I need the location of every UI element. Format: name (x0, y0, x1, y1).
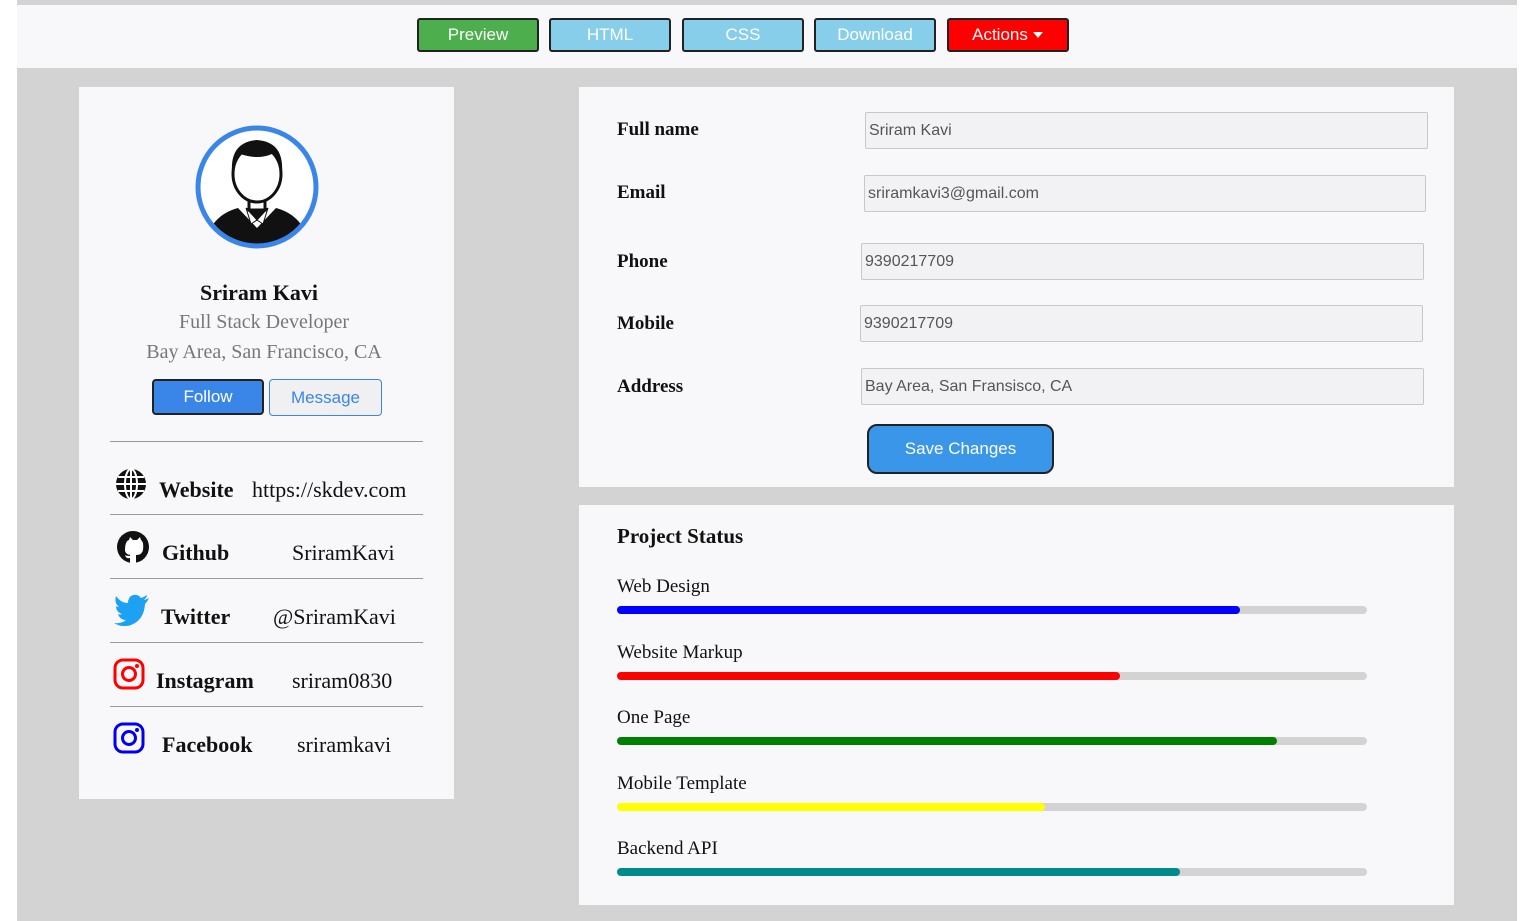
profile-role: Full Stack Developer (179, 311, 349, 333)
save-label: Save Changes (904, 439, 1017, 458)
progress-track (617, 737, 1367, 745)
social-twitter[interactable]: Twitter @SriramKavi (110, 594, 423, 638)
project-label: Website Markup (617, 642, 743, 663)
address-field[interactable] (861, 368, 1424, 405)
phone-label: Phone (617, 251, 668, 272)
social-label: Github (162, 540, 230, 565)
social-value: SriramKavi (292, 540, 395, 565)
social-value: https://skdev.com (252, 477, 407, 502)
email-field[interactable] (864, 175, 1426, 212)
phone-field[interactable] (861, 243, 1424, 280)
preview-label: Preview (447, 25, 509, 44)
profile-form-card: Full name Email Phone Mobile Address Sav… (579, 87, 1454, 487)
divider (110, 642, 423, 643)
twitter-icon (114, 594, 149, 626)
project-item: Backend API (617, 838, 1367, 876)
progress-track (617, 606, 1367, 614)
html-button[interactable]: HTML (549, 18, 671, 52)
mobile-label: Mobile (617, 313, 674, 334)
profile-card: Sriram Kavi Full Stack Developer Bay Are… (79, 87, 454, 799)
github-icon (117, 531, 149, 563)
project-item: Website Markup (617, 642, 1367, 680)
email-label: Email (617, 182, 666, 203)
project-item: One Page (617, 707, 1367, 745)
address-label: Address (617, 376, 684, 397)
css-button[interactable]: CSS (682, 18, 804, 52)
project-label: Web Design (617, 576, 710, 597)
project-label: Backend API (617, 838, 718, 859)
progress-fill (617, 672, 1120, 680)
social-facebook[interactable]: Facebook sriramkavi (110, 722, 423, 766)
progress-fill (617, 868, 1180, 876)
social-label: Facebook (162, 732, 253, 757)
message-label: Message (291, 387, 360, 407)
social-value: sriram0830 (292, 668, 393, 693)
project-status-card: Project Status Web Design Website Markup… (579, 505, 1454, 905)
social-value: @SriramKavi (273, 604, 396, 629)
progress-fill (617, 803, 1045, 811)
project-item: Mobile Template (617, 773, 1367, 811)
profile-name: Sriram Kavi (200, 280, 318, 305)
social-github[interactable]: Github SriramKavi (110, 530, 423, 574)
divider (110, 706, 423, 707)
social-website[interactable]: Website https://skdev.com (110, 467, 423, 511)
progress-track (617, 868, 1367, 876)
progress-track (617, 672, 1367, 680)
avatar (195, 125, 319, 249)
progress-track (617, 803, 1367, 811)
social-instagram[interactable]: Instagram sriram0830 (110, 658, 423, 702)
follow-button[interactable]: Follow (152, 379, 264, 415)
toolbar: Preview HTML CSS Download Actions (17, 5, 1517, 68)
actions-button[interactable]: Actions (947, 18, 1069, 52)
follow-label: Follow (183, 387, 233, 406)
caret-down-icon (1032, 32, 1043, 38)
download-label: Download (837, 25, 913, 44)
download-button[interactable]: Download (814, 18, 936, 52)
instagram-icon (113, 722, 145, 754)
profile-location: Bay Area, San Francisco, CA (146, 341, 382, 363)
social-label: Website (159, 477, 234, 502)
mobile-field[interactable] (860, 305, 1423, 342)
project-label: One Page (617, 707, 691, 728)
globe-icon (116, 468, 146, 500)
message-button[interactable]: Message (269, 379, 382, 416)
css-label: CSS (725, 25, 761, 44)
progress-fill (617, 606, 1240, 614)
social-value: sriramkavi (297, 732, 392, 757)
html-label: HTML (586, 25, 634, 44)
divider (110, 441, 423, 442)
instagram-icon (113, 658, 145, 690)
project-label: Mobile Template (617, 773, 747, 794)
preview-button[interactable]: Preview (417, 18, 539, 52)
fullname-label: Full name (617, 119, 699, 140)
social-label: Instagram (156, 668, 254, 693)
save-changes-button[interactable]: Save Changes (867, 424, 1054, 474)
project-status-title: Project Status (617, 524, 744, 548)
divider (110, 578, 423, 579)
fullname-field[interactable] (865, 112, 1428, 149)
progress-fill (617, 737, 1277, 745)
project-item: Web Design (617, 576, 1367, 614)
actions-label: Actions (972, 25, 1028, 44)
divider (110, 514, 423, 515)
social-label: Twitter (161, 604, 231, 629)
